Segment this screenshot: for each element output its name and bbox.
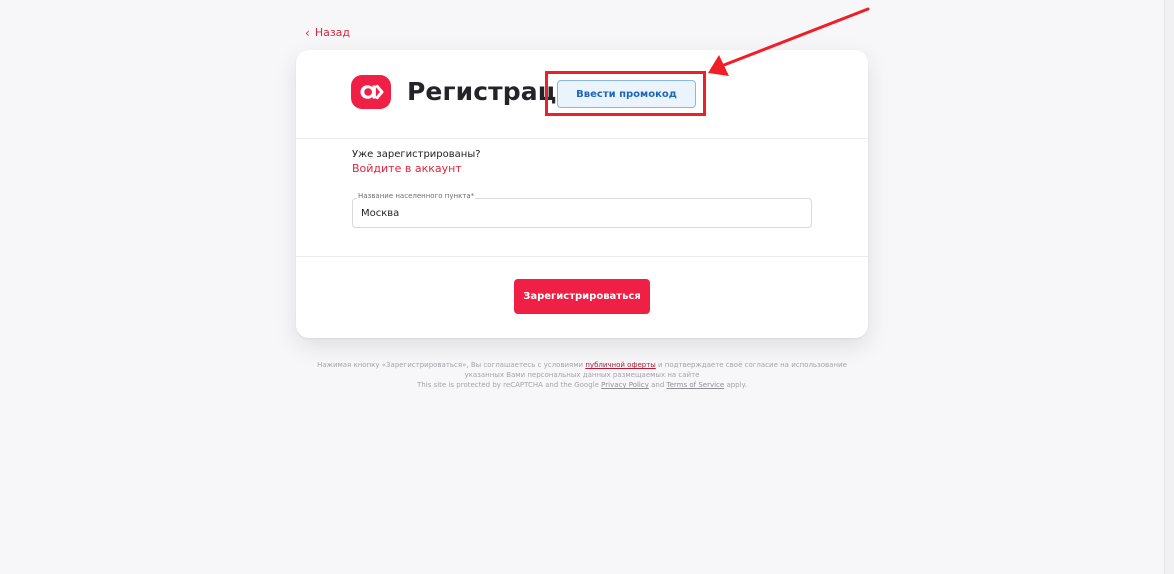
login-link[interactable]: Войдите в аккаунт — [352, 162, 462, 175]
registration-card: Регистрация Ввести промокод Уже зарегист… — [296, 50, 868, 338]
recaptcha-apply-text: apply. — [726, 381, 747, 389]
brand-logo-icon — [351, 75, 391, 109]
legal-notice: Нажимая кнопку «Зарегистрироваться», Вы … — [310, 360, 854, 390]
logo-mark — [360, 84, 384, 100]
registration-header: Регистрация Ввести промокод — [296, 50, 868, 139]
recaptcha-and-text: and — [651, 381, 665, 389]
public-offer-link[interactable]: публичной оферты — [585, 361, 655, 369]
vertical-scrollbar[interactable] — [1164, 0, 1174, 574]
back-link[interactable]: ‹ Назад — [305, 26, 350, 39]
city-field[interactable] — [352, 198, 812, 228]
city-field-label: Название населенного пункта* — [357, 192, 476, 200]
recaptcha-text: This site is protected by reCAPTCHA and … — [417, 381, 599, 389]
register-button[interactable]: Зарегистрироваться — [514, 279, 650, 314]
registration-page: ‹ Назад Регистрация Ввести промокод Уже … — [0, 0, 1174, 574]
back-link-label: Назад — [314, 26, 351, 39]
enter-promo-code-button[interactable]: Ввести промокод — [557, 80, 696, 108]
registration-form-section: Уже зарегистрированы? Войдите в аккаунт … — [296, 139, 868, 257]
terms-of-service-link[interactable]: Terms of Service — [667, 381, 725, 389]
privacy-policy-link[interactable]: Privacy Policy — [601, 381, 649, 389]
chevron-left-icon: ‹ — [305, 25, 310, 40]
city-input[interactable] — [361, 205, 801, 221]
already-registered-text: Уже зарегистрированы? — [352, 149, 481, 160]
legal-text-prefix: Нажимая кнопку «Зарегистрироваться», Вы … — [317, 361, 584, 369]
